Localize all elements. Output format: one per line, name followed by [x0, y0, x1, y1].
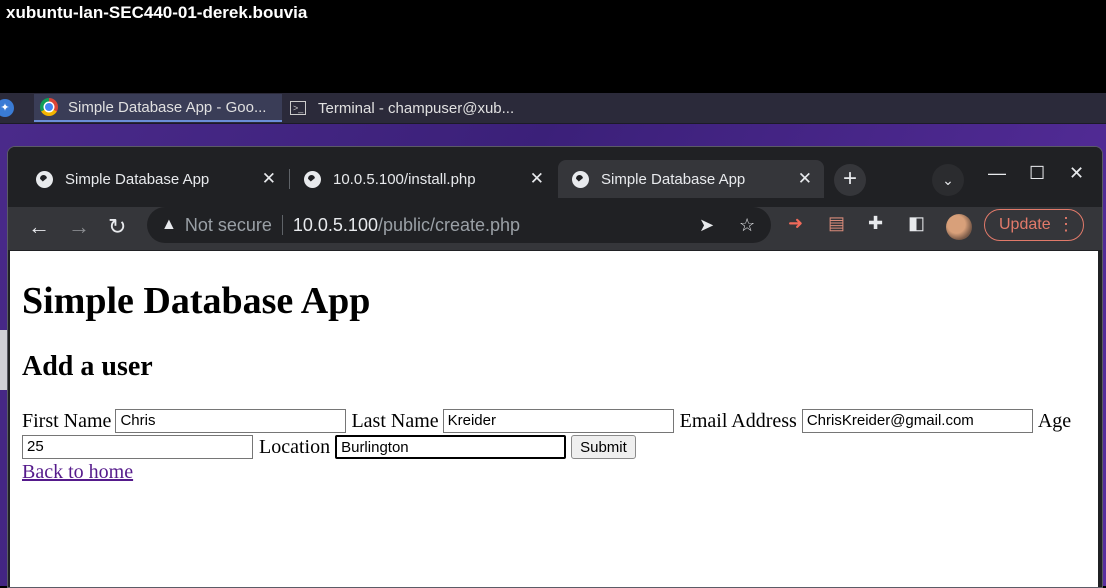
- location-field[interactable]: Burlington: [335, 435, 567, 459]
- submit-button[interactable]: Submit: [571, 435, 636, 459]
- globe-icon: [572, 170, 589, 188]
- user-form-row-1: First Name Chris Last Name Kreider Email…: [22, 409, 1071, 433]
- avatar[interactable]: [946, 214, 972, 240]
- omnibox-separator: [281, 215, 283, 235]
- page-subtitle: Add a user: [22, 351, 153, 382]
- taskbar-item-label: Simple Database App - Goo...: [68, 98, 267, 116]
- first-name-field[interactable]: Chris: [115, 409, 347, 433]
- location-label: Location: [259, 435, 331, 458]
- close-window-button[interactable]: ✕: [1069, 163, 1084, 184]
- send-icon[interactable]: ➤: [699, 215, 714, 236]
- terminal-icon: >_: [290, 101, 306, 115]
- age-label: Age: [1037, 409, 1072, 432]
- first-name-label: First Name: [22, 409, 112, 432]
- back-to-home-link[interactable]: Back to home: [22, 461, 133, 484]
- tab-title: 10.0.5.100/install.php: [333, 170, 476, 188]
- globe-icon: [304, 170, 321, 188]
- xfce-menu-icon[interactable]: ✦: [0, 99, 14, 117]
- taskbar-item-label: Terminal - champuser@xub...: [318, 99, 515, 117]
- page-viewport: Simple Database App Add a user First Nam…: [10, 251, 1098, 587]
- last-name-label: Last Name: [351, 409, 439, 432]
- url-host: 10.0.5.100: [292, 214, 378, 235]
- taskbar-item-chrome[interactable]: Simple Database App - Goo...: [34, 94, 282, 122]
- tab-install-php[interactable]: 10.0.5.100/install.php ✕: [290, 160, 556, 198]
- vm-window-title: xubuntu-lan-SEC440-01-derek.bouvia: [6, 3, 308, 22]
- security-label[interactable]: Not secure: [185, 215, 272, 236]
- email-field[interactable]: ChrisKreider@gmail.com: [801, 409, 1033, 433]
- age-field[interactable]: 25: [22, 435, 253, 459]
- puzzle-icon[interactable]: ✚: [868, 213, 883, 234]
- tab-title: Simple Database App: [601, 170, 746, 188]
- chevron-down-icon[interactable]: ⌄: [932, 164, 964, 196]
- user-form-row-2: 25 Location Burlington Submit: [22, 435, 636, 459]
- extension-icon[interactable]: ➜: [788, 213, 803, 234]
- back-arrow-icon[interactable]: ←: [28, 214, 50, 240]
- new-tab-button[interactable]: +: [834, 164, 866, 196]
- taskbar: ✦ Simple Database App - Goo... >_ Termin…: [0, 93, 1106, 124]
- tab-simple-database-app-active[interactable]: Simple Database App ✕: [558, 160, 824, 198]
- update-button[interactable]: Update ⋮: [984, 209, 1084, 241]
- browser-toolbar: ← → ↻ ▲ Not secure 10.0.5.100/public/cre…: [8, 207, 1102, 250]
- update-label: Update: [999, 216, 1051, 233]
- tab-strip: Simple Database App ✕ 10.0.5.100/install…: [8, 147, 1102, 207]
- warning-triangle-icon[interactable]: ▲: [161, 216, 177, 234]
- star-icon[interactable]: ☆: [739, 215, 755, 236]
- page-title: Simple Database App: [22, 280, 371, 322]
- side-panel-icon[interactable]: ◧: [908, 213, 925, 234]
- globe-icon: [36, 170, 53, 188]
- chrome-logo-icon: [40, 98, 58, 116]
- browser-window: Simple Database App ✕ 10.0.5.100/install…: [7, 146, 1103, 588]
- forward-arrow-icon[interactable]: →: [68, 214, 90, 240]
- tab-title: Simple Database App: [65, 170, 210, 188]
- address-bar[interactable]: ▲ Not secure 10.0.5.100/public/create.ph…: [147, 207, 771, 243]
- more-vert-icon[interactable]: ⋮: [1057, 214, 1075, 235]
- maximize-button[interactable]: ☐: [1029, 163, 1045, 184]
- taskbar-item-terminal[interactable]: >_ Terminal - champuser@xub...: [284, 94, 534, 122]
- minimize-button[interactable]: —: [988, 163, 1006, 184]
- close-icon[interactable]: ✕: [262, 169, 276, 189]
- close-icon[interactable]: ✕: [530, 169, 544, 189]
- last-name-field[interactable]: Kreider: [442, 409, 674, 433]
- url-path: /public/create.php: [377, 214, 521, 235]
- tab-simple-database-app-1[interactable]: Simple Database App ✕: [22, 160, 288, 198]
- close-icon[interactable]: ✕: [798, 169, 812, 189]
- email-label: Email Address: [679, 409, 797, 432]
- media-icon[interactable]: ▤: [828, 213, 845, 234]
- reload-icon[interactable]: ↻: [108, 214, 126, 240]
